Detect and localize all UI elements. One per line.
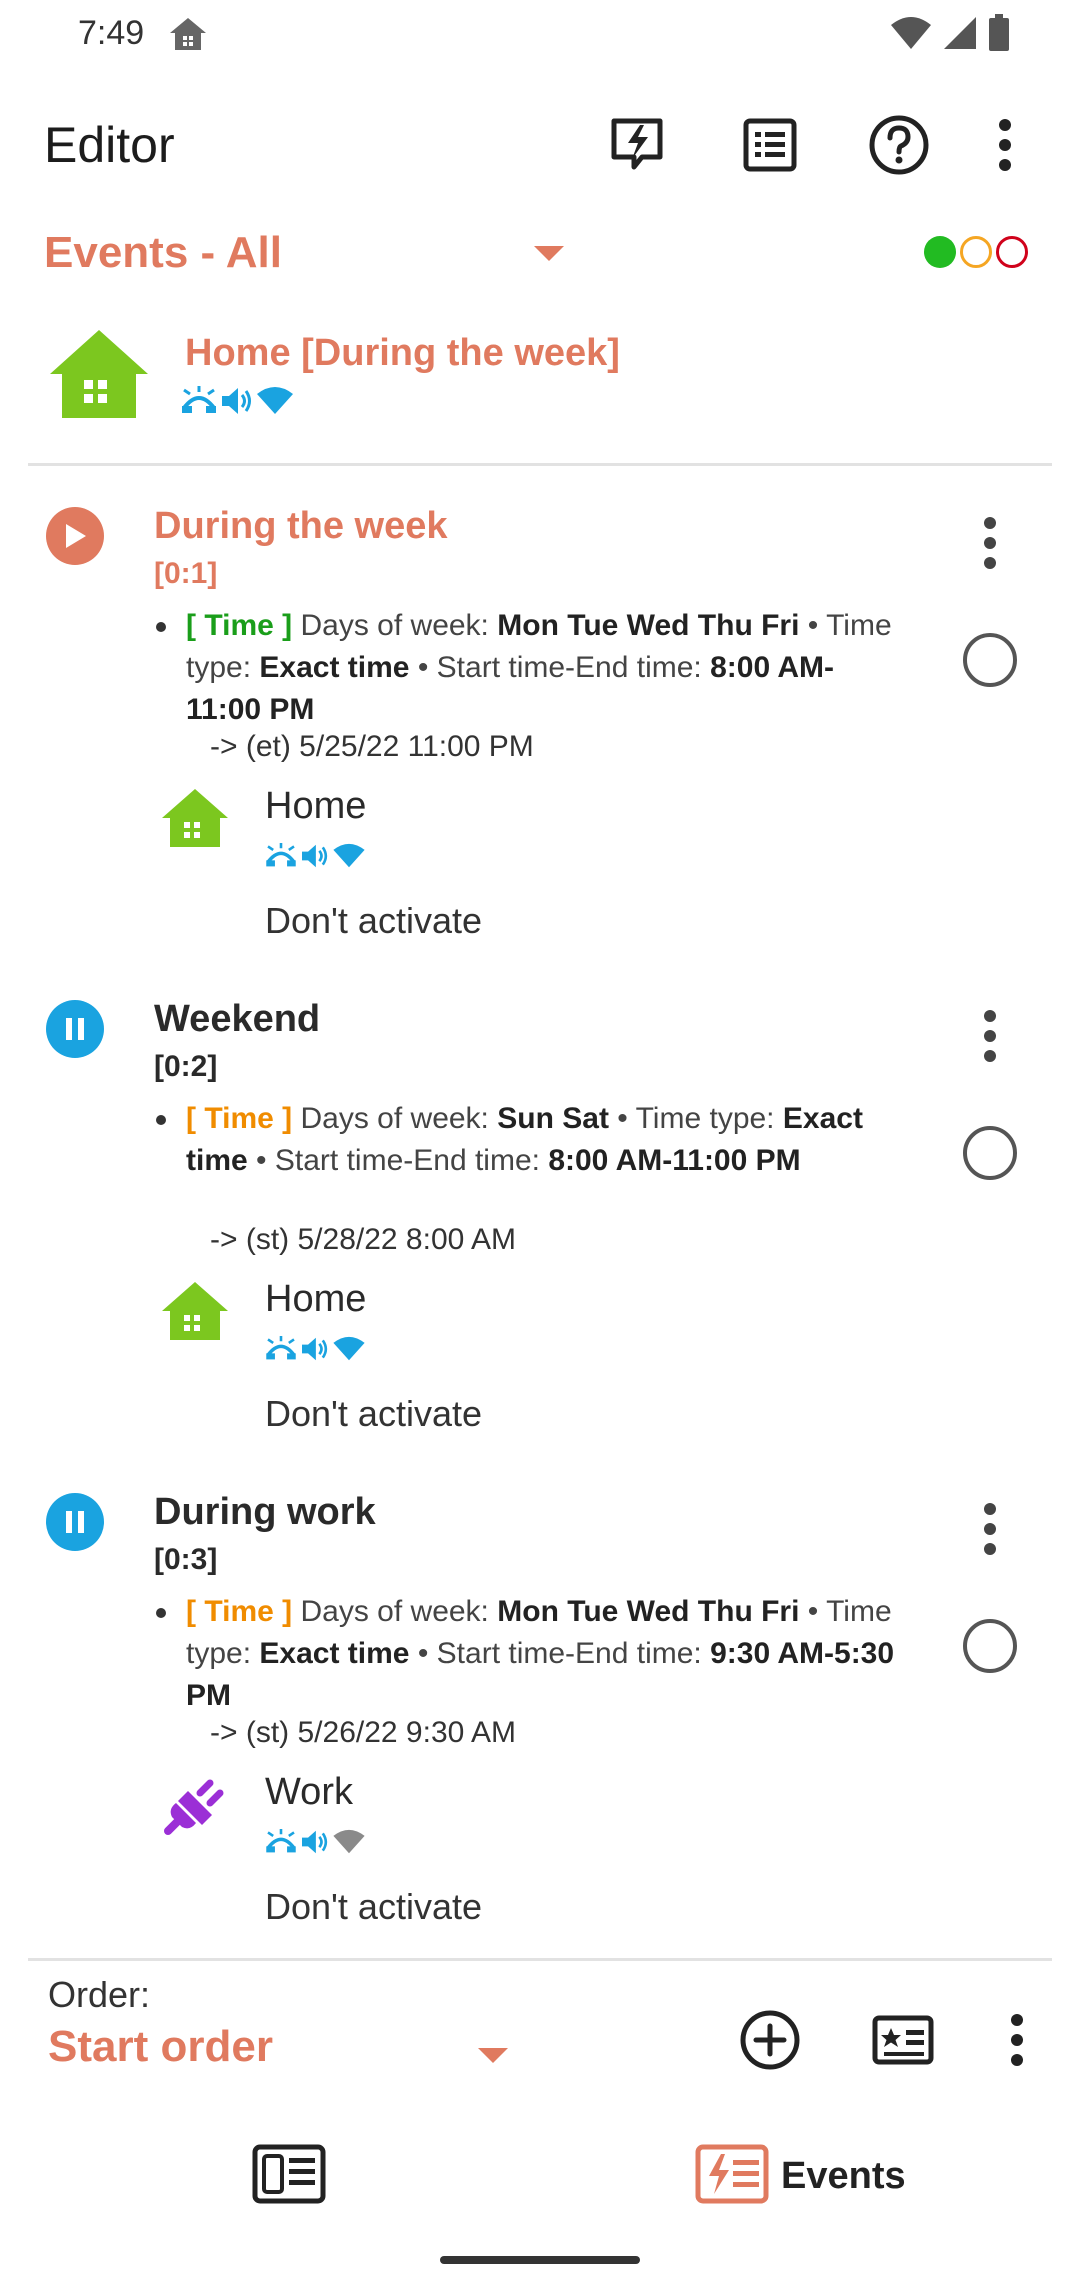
plug-icon <box>160 1773 230 1843</box>
more-options-icon[interactable] <box>980 110 1030 180</box>
event-order: [0:2] <box>154 1050 218 1083</box>
dropdown-arrow-icon <box>478 2048 508 2063</box>
wifi-off-icon <box>332 1829 366 1860</box>
event-name: During the week <box>154 505 448 547</box>
event-item[interactable]: Weekend [0:2] [ Time ] Days of week: Sun… <box>0 998 1080 1438</box>
event-end-action: Don't activate <box>265 900 482 941</box>
status-time: 7:49 <box>78 14 145 52</box>
events-tab[interactable]: Events <box>695 2144 906 2209</box>
event-item[interactable]: During work [0:3] [ Time ] Days of week:… <box>0 1491 1080 1931</box>
dropdown-arrow-icon <box>534 246 564 261</box>
airplane-mode-icon <box>264 1336 298 1367</box>
order-bar: Order: Start order <box>0 1960 1080 2100</box>
event-menu-icon[interactable] <box>972 1499 1008 1559</box>
order-dropdown[interactable]: Start order <box>48 2022 273 2072</box>
events-tab-label: Events <box>781 2155 906 2197</box>
volume-icon <box>300 1829 330 1860</box>
event-profile-name: Home <box>265 785 367 827</box>
event-running-icon[interactable] <box>46 507 104 565</box>
event-next-time: -> (st) 5/26/22 9:30 AM <box>210 1716 516 1749</box>
list-bullet <box>156 1608 166 1618</box>
event-name: During work <box>154 1491 376 1533</box>
event-paused-icon[interactable] <box>46 1000 104 1058</box>
event-status-indicator[interactable] <box>924 236 1028 268</box>
event-menu-icon[interactable] <box>972 1006 1008 1066</box>
event-enable-radio[interactable] <box>963 1126 1017 1180</box>
event-end-action: Don't activate <box>265 1393 482 1434</box>
airplane-mode-icon <box>264 1829 298 1860</box>
list-bullet <box>156 1115 166 1125</box>
event-enable-radio[interactable] <box>963 1619 1017 1673</box>
event-order: [0:1] <box>154 557 218 590</box>
list-bullet <box>156 622 166 632</box>
wifi-on-icon <box>332 1336 366 1367</box>
green-dot-icon <box>924 236 956 268</box>
event-order: [0:3] <box>154 1543 218 1576</box>
event-name: Weekend <box>154 998 321 1040</box>
id-card-icon[interactable] <box>868 2005 938 2075</box>
event-end-action: Don't activate <box>265 1886 482 1927</box>
more-options-icon[interactable] <box>992 2005 1042 2075</box>
house-icon <box>48 328 150 425</box>
order-label: Order: <box>48 1974 151 2015</box>
event-enable-radio[interactable] <box>963 633 1017 687</box>
bottom-navigation: Events <box>0 2130 1080 2230</box>
event-condition: [ Time ] Days of week: Mon Tue Wed Thu F… <box>186 609 892 726</box>
battery-icon <box>988 14 1010 57</box>
profile-name: Home [During the week] <box>185 332 620 374</box>
event-menu-icon[interactable] <box>972 513 1008 573</box>
event-filter-dropdown[interactable]: Events - All <box>0 220 1080 290</box>
add-icon[interactable] <box>735 2005 805 2075</box>
volume-icon <box>300 843 330 874</box>
orange-dot-icon <box>960 236 992 268</box>
volume-icon <box>220 386 254 421</box>
event-filter-label: Events - All <box>44 228 282 277</box>
activated-profile-header[interactable]: Home [During the week] <box>0 320 1080 460</box>
cell-signal-icon <box>942 15 978 56</box>
help-icon[interactable] <box>864 110 934 180</box>
event-next-time: -> (st) 5/28/22 8:00 AM <box>210 1223 516 1256</box>
airplane-mode-icon <box>264 843 298 874</box>
profiles-icon[interactable] <box>252 2144 326 2209</box>
page-title: Editor <box>44 117 175 173</box>
volume-icon <box>300 1336 330 1367</box>
status-bar: 7:49 <box>0 0 1080 70</box>
event-item[interactable]: During the week [0:1] [ Time ] Days of w… <box>0 505 1080 945</box>
wifi-on-icon <box>332 843 366 874</box>
list-icon[interactable] <box>735 110 805 180</box>
airplane-mode-icon <box>180 386 218 421</box>
event-condition: [ Time ] Days of week: Sun Sat • Time ty… <box>186 1102 863 1177</box>
gesture-handle[interactable] <box>440 2256 640 2264</box>
event-next-time: -> (et) 5/25/22 11:00 PM <box>210 730 534 763</box>
house-icon <box>160 1280 230 1350</box>
event-profile-name: Home <box>265 1278 367 1320</box>
event-condition: [ Time ] Days of week: Mon Tue Wed Thu F… <box>186 1595 895 1712</box>
event-paused-icon[interactable] <box>46 1493 104 1551</box>
event-profile-name: Work <box>265 1771 353 1813</box>
red-dot-icon <box>996 236 1028 268</box>
divider <box>28 463 1052 466</box>
app-bar: Editor <box>0 100 1080 190</box>
wifi-on-icon <box>256 386 294 421</box>
events-icon <box>695 2144 769 2209</box>
activated-profile-icon[interactable] <box>602 110 672 180</box>
house-icon <box>160 787 230 857</box>
wifi-icon <box>890 15 932 56</box>
home-status-icon <box>168 16 208 57</box>
